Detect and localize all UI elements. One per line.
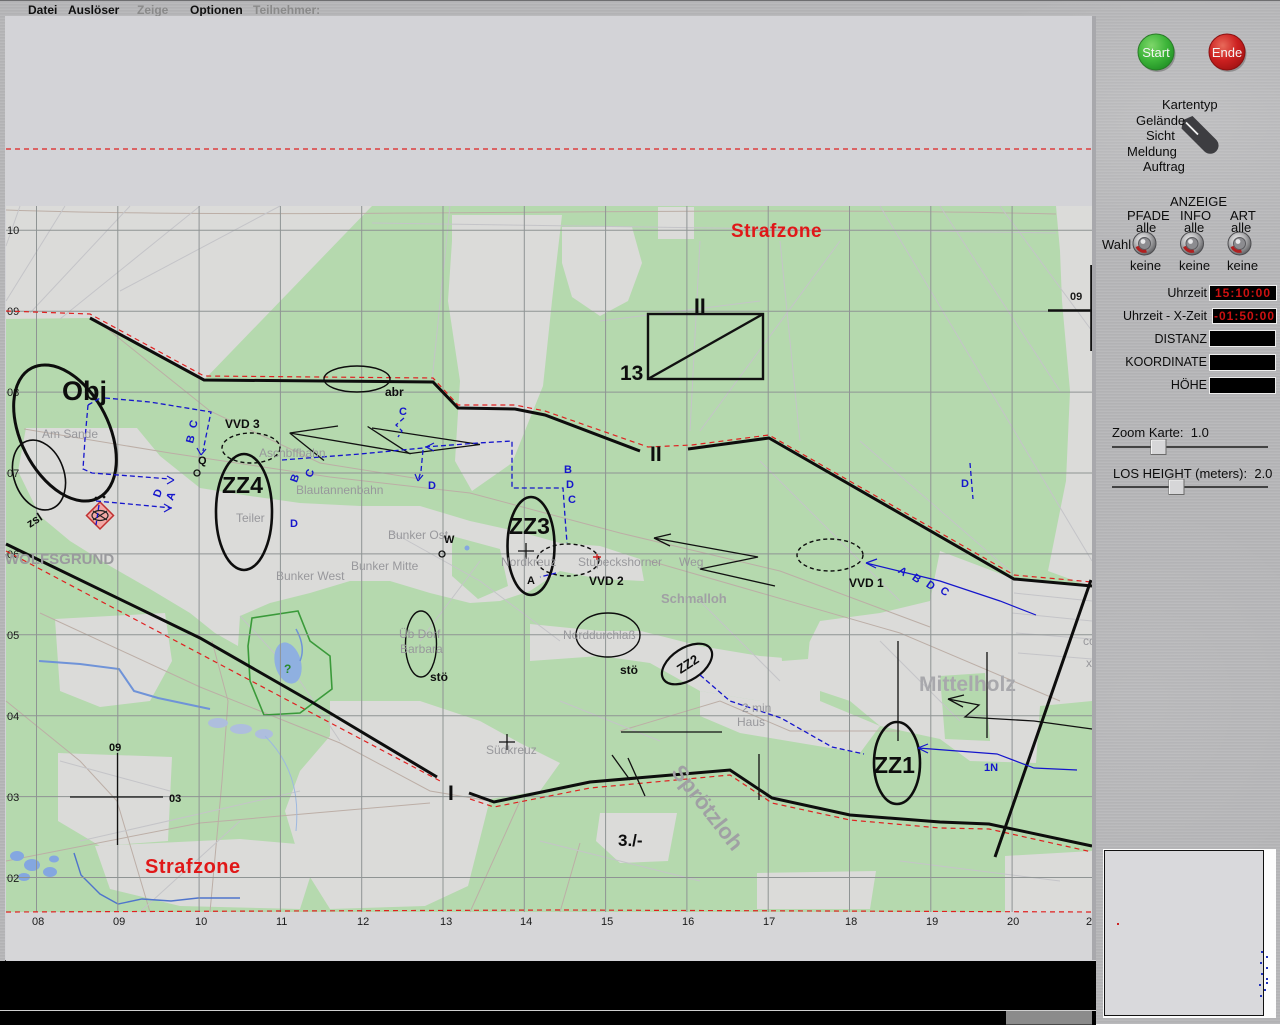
svg-text:?: ? xyxy=(284,662,291,676)
svg-text:10: 10 xyxy=(195,916,207,928)
svg-text:VVD 1: VVD 1 xyxy=(849,576,884,590)
svg-text:Teiler: Teiler xyxy=(236,511,265,525)
svg-text:Ende: Ende xyxy=(1212,45,1242,60)
svg-text:09: 09 xyxy=(109,742,121,754)
svg-text:16: 16 xyxy=(682,916,694,928)
svg-text:2 min: 2 min xyxy=(742,701,771,715)
svg-text:3./-: 3./- xyxy=(618,831,643,850)
svg-text:1N: 1N xyxy=(984,762,998,774)
svg-text:C: C xyxy=(399,406,407,418)
svg-text:Bunker Ost: Bunker Ost xyxy=(388,528,449,542)
svg-text:Norddurchlaß: Norddurchlaß xyxy=(563,628,636,642)
svg-text:Aschbffbahn: Aschbffbahn xyxy=(259,446,326,460)
svg-text:Blautannenbahn: Blautannenbahn xyxy=(296,483,383,497)
svg-text:A: A xyxy=(527,575,535,587)
svg-text:13: 13 xyxy=(440,916,452,928)
svg-text:ZZ4: ZZ4 xyxy=(222,472,263,498)
svg-text:04: 04 xyxy=(7,711,19,723)
svg-text:Strafzone: Strafzone xyxy=(731,221,822,242)
svg-text:Strafzone: Strafzone xyxy=(145,856,241,878)
svg-text:Q: Q xyxy=(198,455,207,467)
svg-text:D: D xyxy=(428,480,436,492)
svg-text:stö: stö xyxy=(620,663,638,677)
svg-text:Haus: Haus xyxy=(737,715,765,729)
svg-text:02: 02 xyxy=(7,873,19,885)
svg-text:09: 09 xyxy=(113,916,125,928)
svg-text:19: 19 xyxy=(926,916,938,928)
svg-text:14: 14 xyxy=(520,916,532,928)
svg-text:Stupeckshorner: Stupeckshorner xyxy=(578,555,662,569)
svg-text:Weg: Weg xyxy=(679,555,703,569)
svg-text:WOLFSGRUND: WOLFSGRUND xyxy=(5,551,114,568)
svg-text:20: 20 xyxy=(1007,916,1019,928)
svg-text:05: 05 xyxy=(7,630,19,642)
svg-text:II: II xyxy=(650,443,662,466)
svg-text:Bunker West: Bunker West xyxy=(276,569,345,583)
svg-text:12: 12 xyxy=(357,916,369,928)
svg-text:08: 08 xyxy=(32,916,44,928)
svg-text:Barbara: Barbara xyxy=(400,642,443,656)
svg-text:D: D xyxy=(961,478,969,490)
svg-text:ZZ1: ZZ1 xyxy=(874,752,915,778)
svg-text:09: 09 xyxy=(1070,291,1082,303)
svg-text:10: 10 xyxy=(7,225,19,237)
svg-text:13: 13 xyxy=(620,362,643,385)
svg-text:Start: Start xyxy=(1142,45,1170,60)
svg-text:stö: stö xyxy=(430,670,448,684)
svg-text:Nordkreuz: Nordkreuz xyxy=(501,555,556,569)
svg-text:Üb Dorf: Üb Dorf xyxy=(399,627,441,641)
svg-text:Bunker Mitte: Bunker Mitte xyxy=(351,559,419,573)
svg-text:D: D xyxy=(566,479,574,491)
svg-text:VVD 2: VVD 2 xyxy=(589,574,624,588)
svg-text:11: 11 xyxy=(276,916,287,928)
svg-text:W: W xyxy=(444,534,455,546)
svg-text:ZZ3: ZZ3 xyxy=(509,513,550,539)
svg-text:18: 18 xyxy=(845,916,857,928)
svg-text:Am Sande: Am Sande xyxy=(42,427,98,441)
svg-text:C: C xyxy=(568,494,576,506)
svg-text:II: II xyxy=(694,295,706,318)
svg-text:15: 15 xyxy=(601,916,613,928)
svg-text:03: 03 xyxy=(7,792,19,804)
svg-text:abr: abr xyxy=(385,385,404,399)
svg-text:Mittelholz: Mittelholz xyxy=(919,673,1016,696)
svg-text:17: 17 xyxy=(763,916,775,928)
svg-text:VVD 3: VVD 3 xyxy=(225,417,260,431)
svg-text:Südkreuz: Südkreuz xyxy=(486,743,537,757)
svg-text:B: B xyxy=(564,464,572,476)
svg-text:D: D xyxy=(290,518,298,530)
svg-text:03: 03 xyxy=(169,793,181,805)
svg-text:Schmalloh: Schmalloh xyxy=(661,591,727,606)
svg-text:I: I xyxy=(448,782,454,805)
svg-text:Obj: Obj xyxy=(62,376,107,406)
